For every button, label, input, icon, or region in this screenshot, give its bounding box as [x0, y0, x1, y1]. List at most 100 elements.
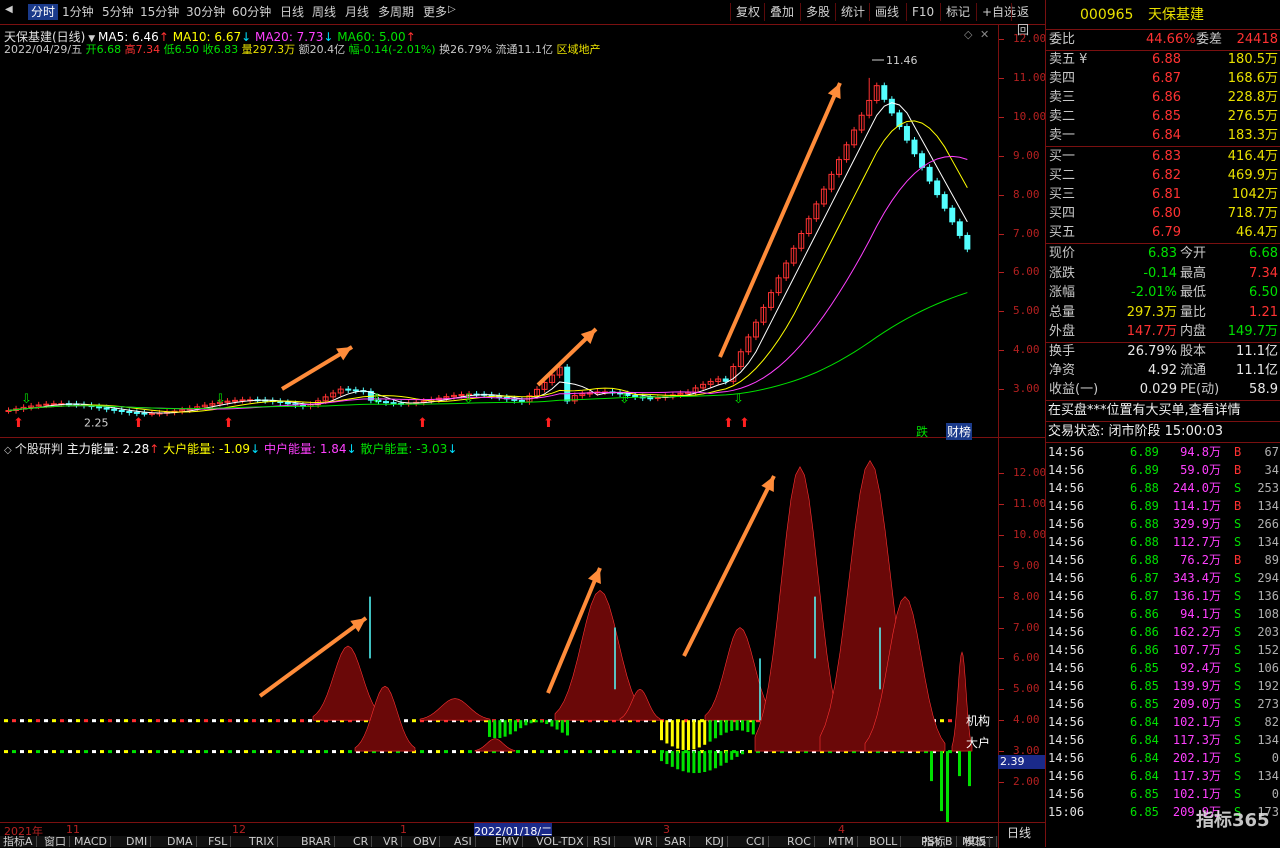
indicator-tab-1[interactable]: 窗口: [41, 836, 70, 847]
indicator-name: 个股研判: [14, 442, 67, 456]
indicator-tab-9[interactable]: VR: [380, 836, 403, 847]
tick-price: 6.87: [1130, 571, 1159, 585]
close-chart-icon[interactable]: ✕: [980, 28, 989, 41]
period-tab-3[interactable]: 15分钟: [140, 4, 179, 20]
settings-diamond-icon[interactable]: ◇: [964, 28, 972, 41]
indicator-tab-16[interactable]: SAR: [661, 836, 691, 847]
indicator-line-label-2: 中户能量: 1.84: [260, 442, 347, 456]
stat-value-2: 6.50: [1249, 285, 1278, 300]
stat-value: -0.14: [1143, 265, 1177, 281]
indicator-tab-3[interactable]: DMI: [123, 836, 152, 847]
indicator-tab-7[interactable]: BRAR: [298, 836, 335, 847]
tick-count: 0: [1271, 787, 1279, 801]
stat2-value-2: 58.9: [1249, 382, 1278, 397]
toolbar-button-0[interactable]: 复权: [730, 3, 765, 21]
toolbar-button-6[interactable]: 标记: [940, 3, 975, 21]
indicator-tab-10[interactable]: OBV: [410, 836, 441, 847]
kline-chart-pane[interactable]: 11.46 2.25 ⬆ ⇩ ⬆ ⇩ ⬆ ⇩ ⬆ ⇩ ⬆ ⇩ ⬆ ⇩ ⬆: [0, 25, 998, 437]
toolbar-button-2[interactable]: 多股: [800, 3, 835, 21]
period-tab-6[interactable]: 日线: [280, 4, 304, 20]
tick-price: 6.89: [1130, 499, 1159, 513]
indicator-tab-14[interactable]: RSI: [590, 836, 615, 847]
baseline-dot-lower: [564, 750, 568, 754]
tick-side: S: [1234, 751, 1242, 765]
retail-bar-3: [714, 751, 717, 769]
sell-label: 卖四: [1049, 71, 1076, 86]
toolbar-button-5[interactable]: F10: [906, 3, 939, 21]
period-tab-4[interactable]: 30分钟: [186, 4, 225, 20]
indicator-settings-icon[interactable]: ◇: [4, 445, 15, 456]
baseline-dot-lower: [172, 750, 176, 754]
indicator-tab-8[interactable]: CR: [350, 836, 373, 847]
period-tab-0[interactable]: 分时: [28, 4, 59, 20]
indicator-tab-4[interactable]: DMA: [164, 836, 197, 847]
indicator-tab-11[interactable]: ASI: [451, 836, 476, 847]
candle-body: [654, 397, 661, 400]
stat2-label-2: 流通: [1180, 363, 1207, 378]
signal-arrow-10: ⬆: [723, 416, 734, 431]
baseline-dot-lower: [260, 750, 264, 754]
period-tab-5[interactable]: 60分钟: [232, 4, 271, 20]
indicator-tab-15[interactable]: WR: [631, 836, 657, 847]
baseline-dot-upper: [268, 719, 272, 723]
toolbar-button-4[interactable]: 画线: [869, 3, 904, 21]
stat2-value: 0.029: [1139, 382, 1177, 397]
period-tab-9[interactable]: 多周期: [378, 4, 414, 20]
big-order-notice[interactable]: 在买盘***位置有大买单,查看详情: [1048, 402, 1280, 420]
indicator-tab-20[interactable]: MTM: [825, 836, 858, 847]
retail-bar-3: [692, 751, 696, 774]
indicator-tab-2[interactable]: MACD: [71, 836, 111, 847]
period-tab-1[interactable]: 1分钟: [62, 4, 94, 20]
baseline-dot-lower: [588, 750, 592, 754]
period-tab-2[interactable]: 5分钟: [102, 4, 134, 20]
tag-bang[interactable]: 财榜: [946, 423, 973, 440]
indicator-arrow-3-shaft: [682, 475, 776, 657]
stat-label: 涨跌: [1049, 265, 1076, 281]
retail-bar-3: [670, 751, 674, 767]
indicator-tab-12[interactable]: EMV: [492, 836, 523, 847]
indicator-line-label-1: 大户能量: -1.09: [159, 442, 251, 456]
signal-arrow-9: ⇩: [619, 392, 630, 407]
toolbar-button-8[interactable]: 返回: [1011, 3, 1045, 37]
weibi-value: 44.66%: [1146, 32, 1196, 47]
baseline-dot-upper: [100, 719, 104, 723]
period-label[interactable]: 日线: [1007, 824, 1031, 841]
quote-header: 000965 天保基建: [1046, 6, 1280, 24]
retail-bar-4: [958, 751, 961, 777]
date-axis: 2021年 11 12 1 2022/01/18/二 3 4: [0, 822, 998, 839]
indicator-tab-5[interactable]: FSL: [205, 836, 232, 847]
indicator-tab-17[interactable]: KDJ: [702, 836, 728, 847]
toolbar-button-1[interactable]: 叠加: [764, 3, 799, 21]
nav-back-icon[interactable]: ◀: [5, 4, 13, 15]
period-tab-8[interactable]: 月线: [345, 4, 369, 20]
indicator-tab-21[interactable]: BOLL: [866, 836, 902, 847]
tick-row: 14:56 6.85 102.1万 S 0: [1046, 785, 1280, 803]
indicator-tab-27[interactable]: 模板: [961, 836, 990, 847]
sep-header: [1046, 29, 1280, 30]
stat-value: 6.83: [1148, 246, 1177, 261]
baseline-dot-lower: [228, 750, 232, 754]
period-tab-7[interactable]: 周线: [312, 4, 336, 20]
tick-time: 14:56: [1048, 481, 1085, 495]
tick-time: 14:56: [1048, 787, 1085, 801]
chevron-right-icon[interactable]: ▷: [448, 4, 456, 15]
indicator-tab-26[interactable]: 指标B: [920, 836, 957, 847]
period-tab-10[interactable]: 更多: [423, 4, 447, 20]
indicator-tab-0[interactable]: 指标A: [0, 836, 37, 847]
candle-body: [647, 397, 654, 400]
baseline-dot-lower: [540, 750, 544, 754]
sell-row-1: 卖一 6.84 183.3万: [1046, 127, 1280, 145]
buy-volume: 469.9万: [1227, 168, 1278, 183]
indicator-tab-13[interactable]: VOL-TDX: [533, 836, 588, 847]
indicator-tick-mark-1: [999, 503, 1004, 505]
indicator-tab-18[interactable]: CCI: [743, 836, 769, 847]
stat-value: -2.01%: [1131, 285, 1177, 300]
retail-bar-3: [697, 751, 701, 773]
toolbar-button-3[interactable]: 统计: [835, 3, 870, 21]
tick-price: 6.88: [1130, 481, 1159, 495]
baseline-dot-upper: [116, 719, 120, 723]
indicator-pane[interactable]: [0, 438, 998, 847]
indicator-line-arrow-3: ↓: [447, 442, 458, 456]
indicator-tab-6[interactable]: TRIX: [246, 836, 279, 847]
indicator-tab-19[interactable]: ROC: [784, 836, 815, 847]
